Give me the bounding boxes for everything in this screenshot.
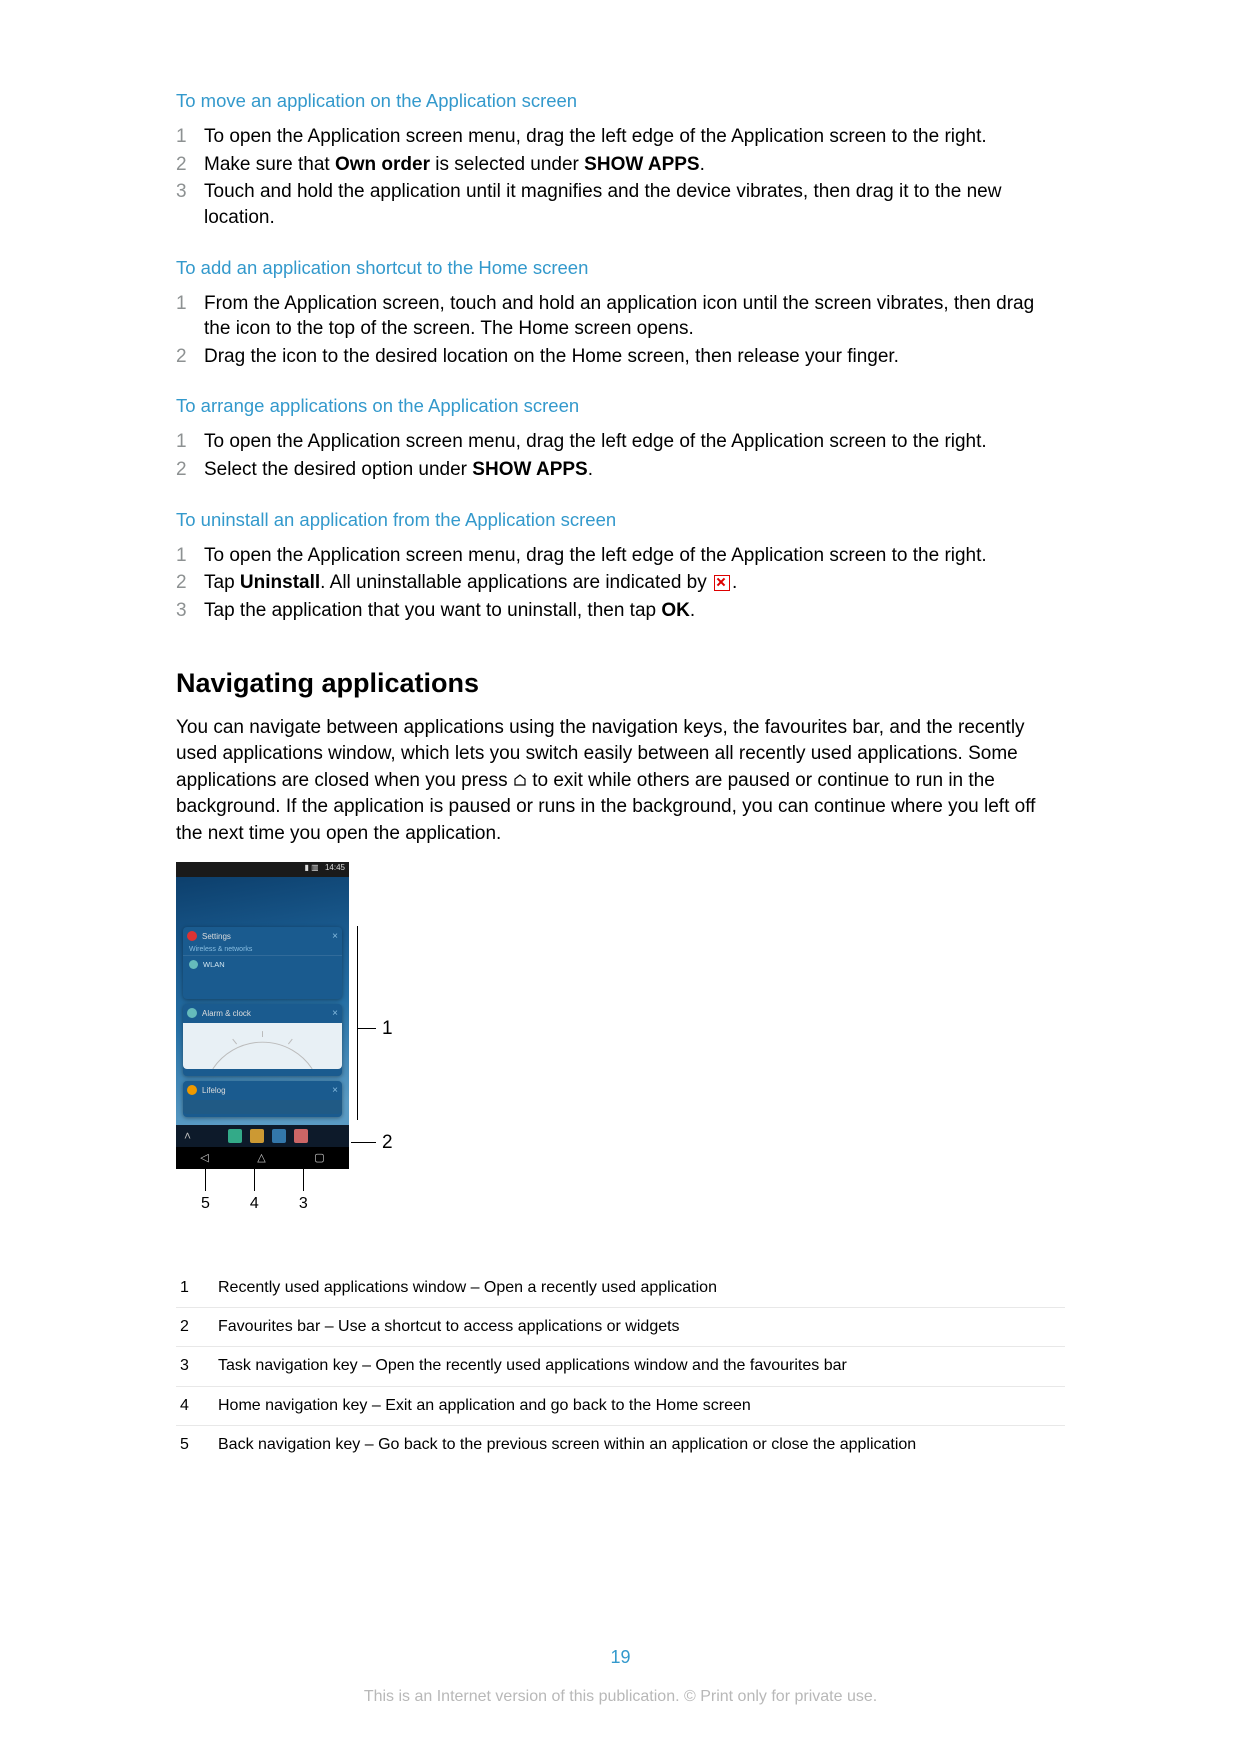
step-text: Tap the application that you want to uni… <box>204 598 1065 624</box>
step-number: 2 <box>176 152 204 178</box>
wlan-icon <box>189 960 198 969</box>
step-text: To open the Application screen menu, dra… <box>204 124 1065 150</box>
footer-text: This is an Internet version of this publ… <box>0 1688 1241 1706</box>
step-number: 2 <box>176 457 204 483</box>
step-text: Drag the icon to the desired location on… <box>204 344 1065 370</box>
legend-row: 3 Task navigation key – Open the recentl… <box>176 1347 1065 1386</box>
step-text: From the Application screen, touch and h… <box>204 291 1065 342</box>
callout-5: 5 <box>201 1195 210 1213</box>
phone-screen: ▮ ▥ 14:45 Settings × Wireless & networks… <box>176 862 349 1169</box>
step-number: 3 <box>176 598 204 624</box>
callout-1: 1 <box>382 1018 393 1040</box>
step: 3 Touch and hold the application until i… <box>176 179 1065 230</box>
steps-list: 1 To open the Application screen menu, d… <box>176 543 1065 624</box>
step-number: 2 <box>176 570 204 596</box>
uninstall-x-icon <box>714 575 730 591</box>
step-number: 1 <box>176 429 204 455</box>
recent-card-lifelog: Lifelog × <box>183 1081 342 1117</box>
step: 1 To open the Application screen menu, d… <box>176 543 1065 569</box>
legend-table: 1 Recently used applications window – Op… <box>176 1269 1065 1465</box>
step-text: To open the Application screen menu, dra… <box>204 543 1065 569</box>
step: 2 Tap Uninstall. All uninstallable appli… <box>176 570 1065 596</box>
steps-list: 1 To open the Application screen menu, d… <box>176 429 1065 482</box>
section-title: To uninstall an application from the App… <box>176 509 1065 531</box>
legend-row: 5 Back navigation key – Go back to the p… <box>176 1426 1065 1464</box>
step-text: To open the Application screen menu, dra… <box>204 429 1065 455</box>
page-number: 19 <box>0 1647 1241 1668</box>
recent-card-settings: Settings × Wireless & networks WLAN <box>183 927 342 999</box>
callout-4: 4 <box>250 1195 259 1213</box>
lifelog-card-icon <box>187 1085 197 1095</box>
close-icon: × <box>332 1085 338 1096</box>
callout-3: 3 <box>299 1195 308 1213</box>
steps-list: 1 To open the Application screen menu, d… <box>176 124 1065 231</box>
close-icon: × <box>332 931 338 942</box>
navigation-keys: ◁ △ ▢ <box>176 1147 349 1169</box>
settings-card-icon <box>187 931 197 941</box>
step-text: Make sure that Own order is selected und… <box>204 152 1065 178</box>
recent-card-alarm: Alarm & clock × <box>183 1004 342 1076</box>
intro-paragraph: You can navigate between applications us… <box>176 715 1065 848</box>
alarm-clock-face <box>183 1023 342 1069</box>
step: 1 To open the Application screen menu, d… <box>176 429 1065 455</box>
step-number: 3 <box>176 179 204 230</box>
step-text: Select the desired option under SHOW APP… <box>204 457 1065 483</box>
step: 1 To open the Application screen menu, d… <box>176 124 1065 150</box>
back-key-icon: ◁ <box>200 1151 208 1164</box>
fav-arrow-icon: ˄ <box>184 1129 191 1143</box>
step: 2 Select the desired option under SHOW A… <box>176 457 1065 483</box>
task-key-icon: ▢ <box>314 1151 324 1164</box>
section-title: To move an application on the Applicatio… <box>176 90 1065 112</box>
status-bar: ▮ ▥ 14:45 <box>176 862 349 877</box>
fav-app-icon <box>272 1129 286 1143</box>
legend-row: 4 Home navigation key – Exit an applicat… <box>176 1387 1065 1426</box>
home-outline-icon <box>513 774 527 786</box>
step-number: 1 <box>176 291 204 342</box>
callout-2: 2 <box>382 1132 393 1154</box>
section-title: To add an application shortcut to the Ho… <box>176 257 1065 279</box>
steps-list: 1 From the Application screen, touch and… <box>176 291 1065 370</box>
phone-illustration: ▮ ▥ 14:45 Settings × Wireless & networks… <box>176 862 1065 1169</box>
step-number: 2 <box>176 344 204 370</box>
step-number: 1 <box>176 543 204 569</box>
step: 3 Tap the application that you want to u… <box>176 598 1065 624</box>
fav-app-icon <box>250 1129 264 1143</box>
heading-navigating-applications: Navigating applications <box>176 668 1065 699</box>
legend-row: 1 Recently used applications window – Op… <box>176 1269 1065 1308</box>
step-text: Touch and hold the application until it … <box>204 179 1065 230</box>
section-title: To arrange applications on the Applicati… <box>176 395 1065 417</box>
step-number: 1 <box>176 124 204 150</box>
home-key-icon: △ <box>257 1151 265 1164</box>
fav-app-icon <box>228 1129 242 1143</box>
step: 1 From the Application screen, touch and… <box>176 291 1065 342</box>
fav-app-icon <box>294 1129 308 1143</box>
step-text: Tap Uninstall. All uninstallable applica… <box>204 570 1065 596</box>
close-icon: × <box>332 1008 338 1019</box>
alarm-card-icon <box>187 1008 197 1018</box>
step: 2 Make sure that Own order is selected u… <box>176 152 1065 178</box>
favourites-bar: ˄ <box>176 1125 349 1147</box>
step: 2 Drag the icon to the desired location … <box>176 344 1065 370</box>
legend-row: 2 Favourites bar – Use a shortcut to acc… <box>176 1308 1065 1347</box>
